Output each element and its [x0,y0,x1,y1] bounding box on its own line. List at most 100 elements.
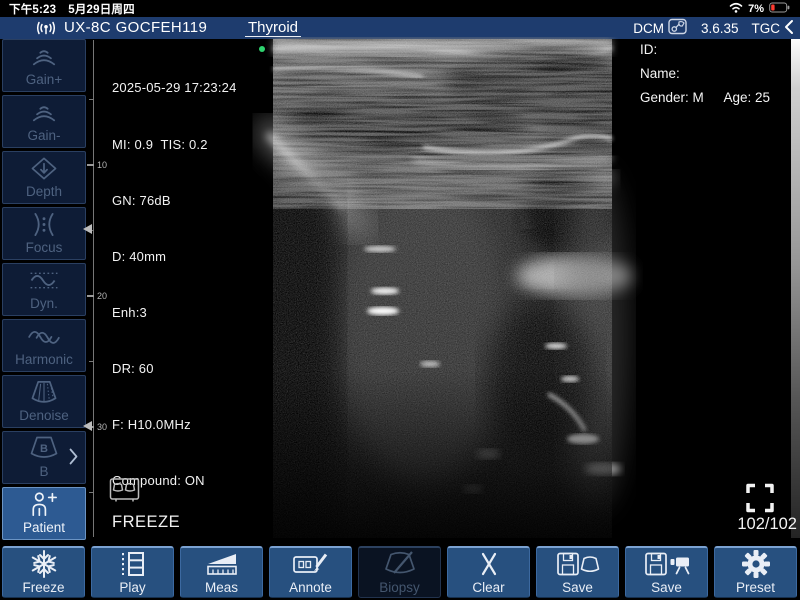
ruler-label-10: 10 [97,160,107,170]
save-video-icon [643,548,691,580]
ipad-status-bar: 下午5:23 5月29日周四 7% [0,0,800,17]
battery-icon [769,2,791,16]
sidebar-item-label: Focus [26,240,63,255]
dynamic-range-value: DR: 60 [112,360,237,379]
harmonic-icon [24,320,64,352]
dynamic-range-icon [26,264,62,296]
patient-name-label: Name: [640,66,770,82]
toolbar-button-label: Meas [205,580,238,595]
chevron-right-icon [69,447,78,468]
ultrasound-app-screen: 下午5:23 5月29日周四 7% [0,0,800,600]
snowflake-icon [29,548,59,580]
freeze-button[interactable]: Freeze [2,546,85,598]
toolbar-button-label: Clear [472,580,504,595]
exam-preset-thyroid[interactable]: Thyroid [245,19,301,37]
ruler-tick [89,361,94,362]
dcm-button[interactable]: DCM [633,18,688,38]
toolbar-button-label: Biopsy [379,580,420,595]
sidebar-item-depth[interactable]: Depth [2,151,86,204]
preset-gear-icon [739,548,773,580]
device-name: UX-8C GOCFEH119 [64,17,207,39]
ruler-label-30: 30 [97,422,107,432]
tgc-panel-edge[interactable] [791,39,800,538]
acquisition-timestamp: 2025-05-29 17:23:24 [112,79,237,98]
sidebar-item-label: Patient [23,520,65,535]
sidebar-item-label: Dyn. [30,296,58,311]
denoise-icon [25,376,63,408]
biopsy-icon [381,548,419,580]
probe-signal-icon[interactable] [36,20,56,41]
annotate-button[interactable]: Annote [269,546,352,598]
toolbar-button-label: Annote [289,580,332,595]
clear-button[interactable]: Clear [447,546,530,598]
toolbar-button-label: Freeze [22,580,64,595]
status-time: 下午5:23 [9,1,56,17]
battery-percent: 7% [748,3,764,15]
sidebar-item-label: Gain- [27,128,60,143]
sidebar-item-harmonic[interactable]: Harmonic [2,319,86,372]
ultrasound-image[interactable] [273,39,612,538]
app-header: UX-8C GOCFEH119 Thyroid DCM 3.6.35 TGC [0,17,800,39]
toolbar-button-label: Preset [736,580,775,595]
tgc-label: TGC [752,21,781,36]
b-mode-icon: B [25,432,63,464]
dcm-probe-icon [668,18,688,38]
toolbar-button-label: Save [562,580,593,595]
ruler-label-20: 20 [97,291,107,301]
patient-gender: Gender: M [640,90,704,106]
wifi-icon [729,1,743,16]
depth-marker-icon [83,421,92,431]
sidebar-item-focus[interactable]: Focus [2,207,86,260]
freeze-status-text: FREEZE [112,513,180,532]
patient-age: Age: 25 [723,90,770,106]
save-image-button[interactable]: Save [536,546,619,598]
sidebar-item-gain-minus[interactable]: Gain- [2,95,86,148]
biopsy-button: Biopsy [358,546,441,598]
toolbar-button-label: Play [119,580,145,595]
gain-minus-icon [26,96,62,128]
play-button[interactable]: Play [91,546,174,598]
sidebar-item-label: Depth [26,184,62,199]
sidebar-item-gain-plus[interactable]: Gain+ [2,39,86,92]
tgc-button[interactable]: TGC [752,19,795,38]
mi-tis-values: MI: 0.9 TIS: 0.2 [112,136,237,155]
patient-info-panel: ID: Name: Gender: M Age: 25 [640,42,770,114]
left-control-sidebar: Gain+ Gain- [2,39,86,540]
sidebar-item-label: Denoise [19,408,69,423]
svg-text:B: B [40,443,48,455]
measure-icon [203,548,241,580]
save-video-button[interactable]: Save [625,546,708,598]
dual-probe-icon[interactable] [109,476,141,510]
sidebar-item-b-mode[interactable]: B B [2,431,86,484]
focus-icon [26,208,62,240]
ruler-tick [89,492,94,493]
ruler-tick [89,99,94,100]
sidebar-item-label: Harmonic [15,352,73,367]
measure-button[interactable]: Meas [180,546,263,598]
enhance-value: Enh:3 [112,304,237,323]
record-status-dot [259,46,265,52]
gain-plus-icon [26,40,62,72]
fullscreen-icon[interactable] [744,482,776,519]
bottom-toolbar: Freeze Play [2,546,797,598]
play-cine-icon [115,548,151,580]
save-image-icon [555,548,601,580]
sidebar-item-dynamic-range[interactable]: Dyn. [2,263,86,316]
preset-button[interactable]: Preset [714,546,797,598]
focus-marker-icon [83,224,92,234]
sidebar-item-label: B [39,464,48,479]
gain-value: GN: 76dB [112,192,237,211]
annotate-icon [291,548,331,580]
dcm-label: DCM [633,21,664,36]
sidebar-item-patient[interactable]: Patient [2,487,86,540]
ruler-tick [87,164,94,166]
chevron-left-icon [784,19,794,38]
toolbar-button-label: Save [651,580,682,595]
status-date: 5月29日周四 [68,1,135,17]
sidebar-item-label: Gain+ [26,72,62,87]
sidebar-item-denoise[interactable]: Denoise [2,375,86,428]
ruler-tick [87,295,94,297]
clear-icon [470,548,508,580]
frequency-value: F: H10.0MHz [112,416,237,435]
ruler-line [93,40,94,537]
